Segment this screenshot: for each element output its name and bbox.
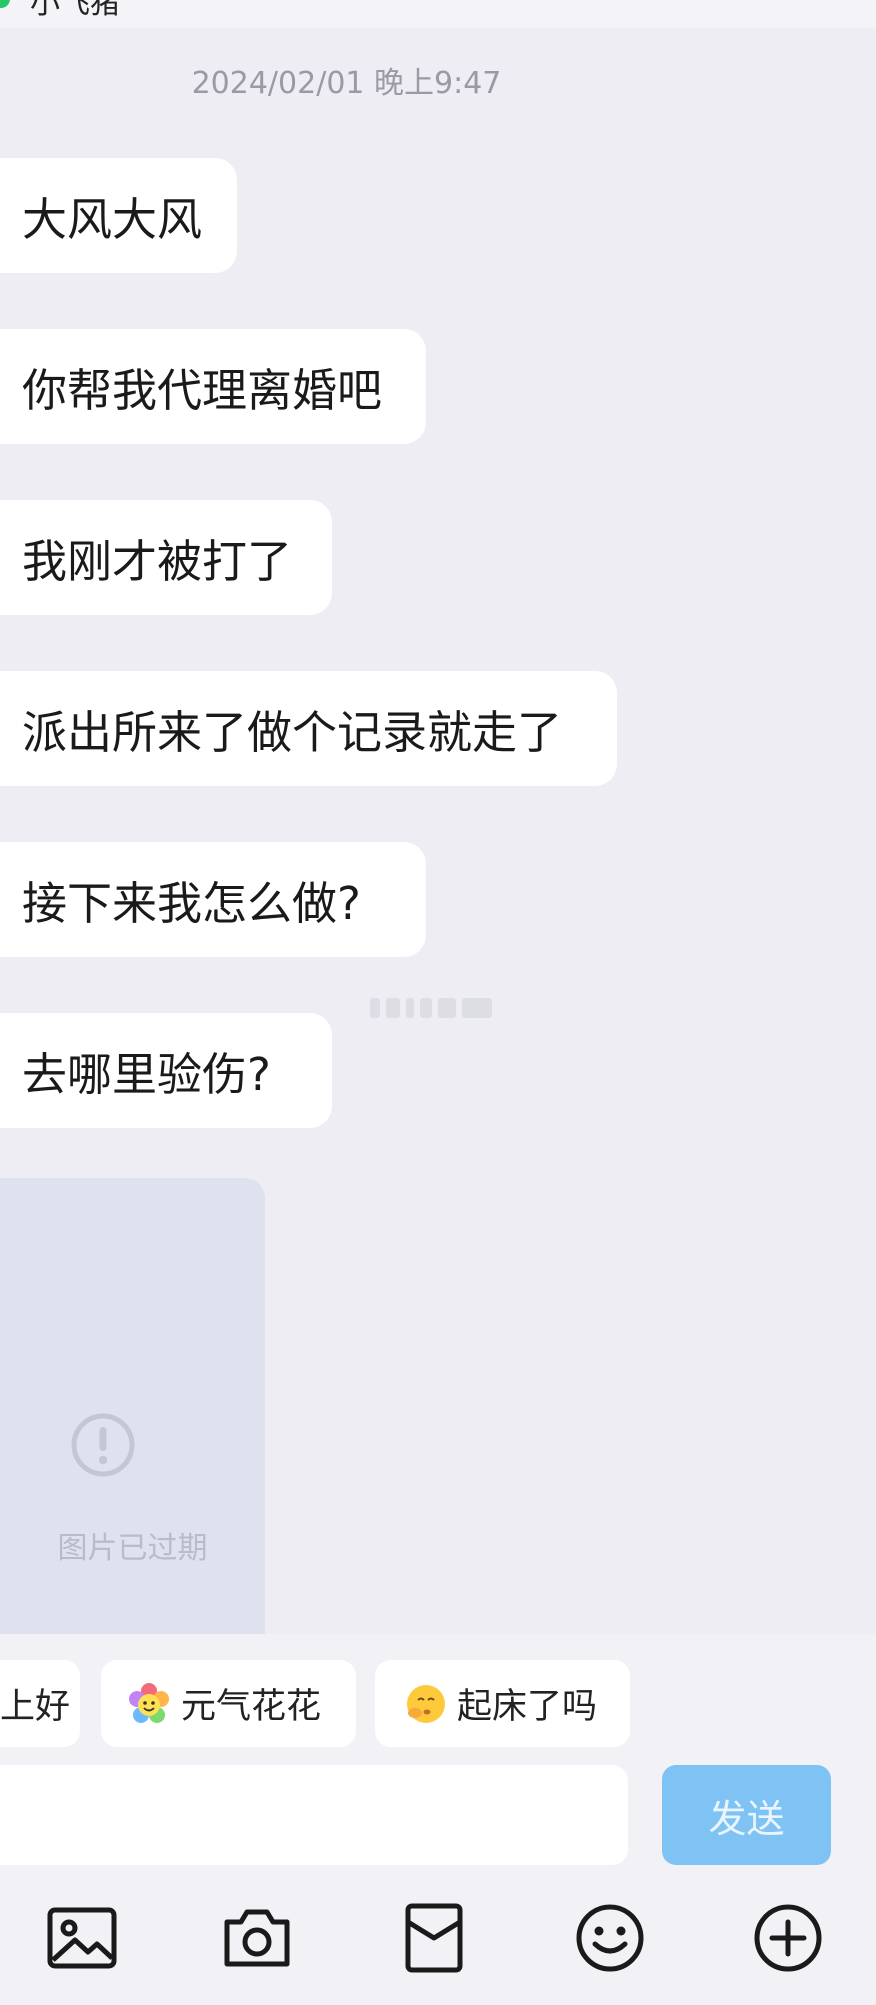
message-text: 接下来我怎么做?	[22, 877, 361, 930]
message-input[interactable]	[0, 1765, 628, 1865]
message-text: 派出所来了做个记录就走了	[22, 706, 563, 759]
message-bubble[interactable]: 派出所来了做个记录就走了	[0, 671, 617, 786]
online-status-dot	[0, 0, 10, 8]
send-button[interactable]: 发送	[662, 1765, 831, 1865]
message-text: 去哪里验伤?	[22, 1048, 271, 1101]
quick-reply-chip[interactable]: 元气花花	[101, 1660, 356, 1747]
message-bubble[interactable]: 你帮我代理离婚吧	[0, 329, 426, 444]
quick-reply-text: 起床了吗	[457, 1687, 598, 1727]
expired-image-message[interactable]: 图片已过期	[0, 1178, 265, 1634]
image-icon[interactable]	[44, 1900, 120, 1976]
bottom-panel: 上好 元气花花 起床了吗 发送	[0, 1634, 876, 2005]
quick-reply-text: 元气花花	[181, 1687, 322, 1727]
message-text: 我刚才被打了	[22, 535, 293, 588]
quick-reply-chip[interactable]: 起床了吗	[375, 1660, 630, 1747]
emoji-icon[interactable]	[572, 1900, 648, 1976]
message-text: 你帮我代理离婚吧	[22, 364, 383, 417]
alert-circle-icon	[71, 1413, 135, 1477]
chat-area[interactable]: 2024/02/01 晚上9:47 大风大风 你帮我代理离婚吧 我刚才被打了 派…	[0, 28, 876, 1634]
plus-icon[interactable]	[750, 1900, 826, 1976]
message-bubble[interactable]: 接下来我怎么做?	[0, 842, 426, 957]
quick-reply-text: 上好	[0, 1687, 71, 1727]
message-timestamp: 2024/02/01 晚上9:47	[191, 66, 502, 101]
expired-image-label: 图片已过期	[57, 1531, 208, 1566]
message-bubble[interactable]: 大风大风	[0, 158, 237, 273]
red-packet-icon[interactable]	[396, 1900, 472, 1976]
flower-emoji-icon	[129, 1682, 169, 1723]
faint-watermark	[370, 994, 514, 1022]
camera-icon[interactable]	[219, 1900, 295, 1976]
chat-title: 小飞猪	[30, 0, 120, 21]
top-bar: 小飞猪	[0, 0, 876, 28]
message-text: 大风大风	[22, 193, 203, 246]
shush-face-emoji-icon	[407, 1684, 445, 1723]
message-bubble[interactable]: 去哪里验伤?	[0, 1013, 332, 1128]
quick-reply-chip[interactable]: 上好	[0, 1660, 80, 1747]
message-bubble[interactable]: 我刚才被打了	[0, 500, 332, 615]
